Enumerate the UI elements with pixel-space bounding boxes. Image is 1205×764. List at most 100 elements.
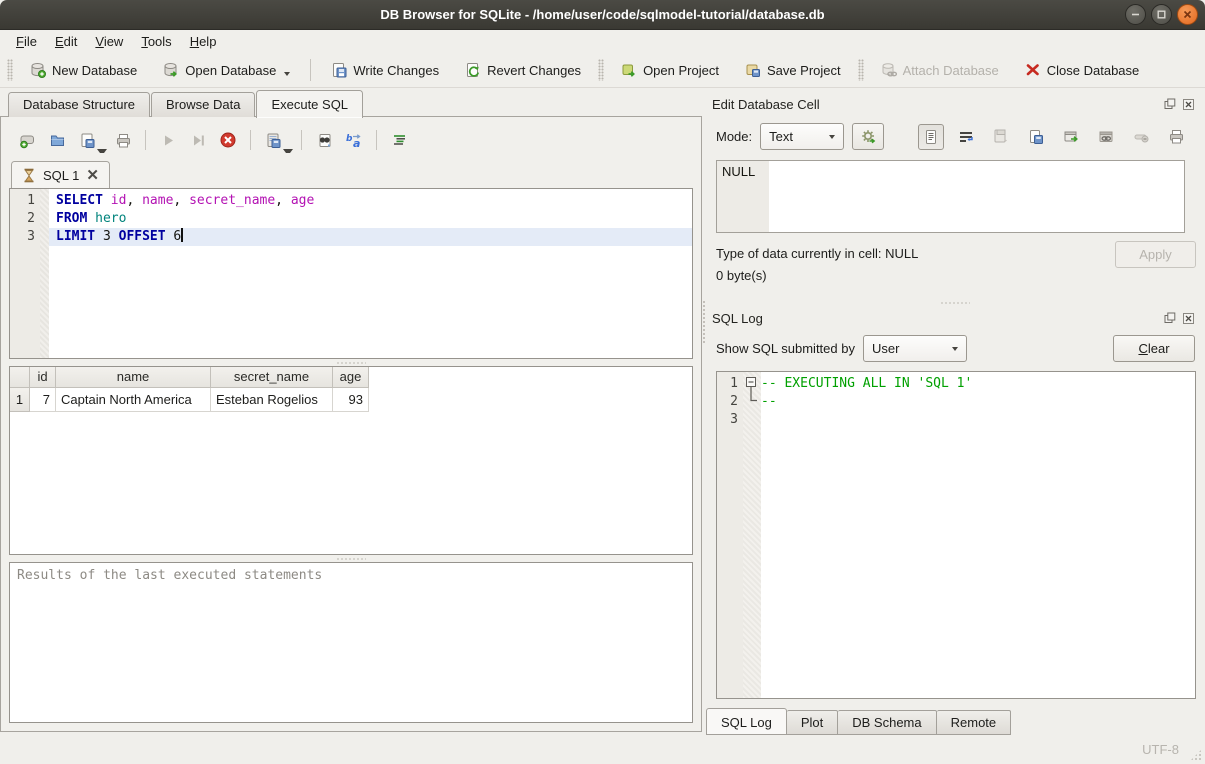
import-from-file-button[interactable] (988, 124, 1014, 150)
import-data-button[interactable] (852, 123, 884, 150)
open-project-label: Open Project (643, 63, 719, 78)
tab-browse-data[interactable]: Browse Data (151, 92, 255, 117)
dock-tab-plot[interactable]: Plot (787, 710, 838, 735)
menu-help[interactable]: Help (181, 32, 226, 51)
word-wrap-button[interactable] (953, 124, 979, 150)
cell-age[interactable]: 93 (333, 388, 369, 412)
vertical-splitter-handle[interactable] (702, 300, 706, 344)
toolbar-drag-handle[interactable] (858, 59, 864, 81)
open-project-button[interactable]: Open Project (614, 57, 726, 83)
column-header-age[interactable]: age (333, 367, 369, 388)
log-entry-2: -- (761, 393, 1195, 411)
print-sql-button[interactable] (109, 127, 137, 153)
sql-line-1: SELECT id, name, secret_name, age (49, 192, 692, 210)
sql-1-tab[interactable]: SQL 1 ✕ (11, 161, 110, 188)
stop-execution-button[interactable] (214, 127, 242, 153)
close-dock-button[interactable] (1181, 311, 1195, 325)
cell-id[interactable]: 7 (30, 388, 56, 412)
execute-all-button[interactable] (154, 127, 182, 153)
find-replace-button[interactable]: b a (340, 127, 368, 153)
close-dock-button[interactable] (1181, 97, 1195, 111)
print-icon (1168, 128, 1185, 145)
print-cell-button[interactable] (1163, 124, 1189, 150)
sql-line-3: LIMIT 3 OFFSET 6 (49, 228, 692, 246)
menu-view[interactable]: View (86, 32, 132, 51)
toolbar-drag-handle[interactable] (7, 59, 13, 81)
window-title: DB Browser for SQLite - /home/user/code/… (380, 7, 824, 22)
save-file-dropdown-icon[interactable] (97, 149, 107, 156)
log-entries: -- EXECUTING ALL IN 'SQL 1' -- (761, 372, 1195, 698)
submitted-by-select[interactable]: User (863, 335, 967, 362)
link-window-icon (1098, 129, 1115, 145)
column-header-id[interactable]: id (30, 367, 56, 388)
save-results-dropdown-icon[interactable] (283, 149, 293, 156)
execute-line-icon (190, 132, 207, 149)
set-null-button[interactable] (1128, 124, 1154, 150)
attach-database-button[interactable]: Attach Database (874, 57, 1006, 83)
text-cursor (181, 228, 183, 242)
cell-name[interactable]: Captain North America (56, 388, 211, 412)
menu-tools[interactable]: Tools (132, 32, 180, 51)
toolbar-separator (310, 59, 311, 81)
sql-tab-close-icon[interactable]: ✕ (86, 168, 99, 183)
write-changes-button[interactable]: Write Changes (324, 57, 446, 83)
apply-button[interactable]: Apply (1115, 241, 1196, 268)
new-database-button[interactable]: New Database (23, 57, 144, 83)
open-database-dropdown-icon[interactable] (284, 72, 290, 76)
maximize-button[interactable] (1151, 4, 1172, 25)
svg-text:b: b (346, 134, 353, 144)
dock-tab-sql-log[interactable]: SQL Log (706, 708, 787, 735)
cell-editor-icons (918, 124, 1193, 150)
clear-log-button[interactable]: Clear (1113, 335, 1195, 362)
splitter-handle[interactable] (704, 299, 1205, 306)
grid-corner[interactable] (10, 367, 30, 388)
minimize-button[interactable] (1125, 4, 1146, 25)
column-header-name[interactable]: name (56, 367, 211, 388)
splitter-handle[interactable] (9, 359, 693, 366)
float-icon (1164, 98, 1176, 110)
float-dock-button[interactable] (1163, 97, 1177, 111)
cell-value-editor[interactable]: NULL (716, 160, 1185, 233)
tab-execute-sql[interactable]: Execute SQL (256, 90, 363, 118)
format-sql-button[interactable] (385, 127, 413, 153)
mode-select[interactable]: Text (760, 123, 844, 150)
write-changes-icon (331, 62, 347, 78)
open-external-button[interactable] (1058, 124, 1084, 150)
toolbar-drag-handle[interactable] (598, 59, 604, 81)
find-button[interactable] (310, 127, 338, 153)
edit-cell-title: Edit Database Cell (712, 97, 1159, 112)
export-to-file-button[interactable] (1023, 124, 1049, 150)
open-database-button[interactable]: Open Database (156, 57, 297, 83)
sql-log-view[interactable]: 1 2 3 -- EXECUTING ALL IN 'SQL 1' -- (716, 371, 1196, 699)
text-mode-button[interactable] (918, 124, 944, 150)
copy-link-button[interactable] (1093, 124, 1119, 150)
menu-file[interactable]: File (7, 32, 46, 51)
sql-tab-bar: SQL 1 ✕ (9, 160, 693, 188)
sql-code[interactable]: SELECT id, name, secret_name, age FROM h… (49, 189, 692, 358)
open-sql-tab-button[interactable] (13, 127, 41, 153)
float-dock-button[interactable] (1163, 311, 1177, 325)
float-icon (1164, 312, 1176, 324)
close-database-button[interactable]: Close Database (1018, 57, 1147, 83)
save-project-button[interactable]: Save Project (738, 57, 848, 83)
results-message: Results of the last executed statements (17, 568, 322, 583)
dock-tab-remote[interactable]: Remote (937, 710, 1012, 735)
open-sql-file-button[interactable] (43, 127, 71, 153)
right-dock-column: Edit Database Cell (704, 88, 1205, 735)
sql-editor[interactable]: 1 2 3 SELECT id, name, secret_name, age … (9, 188, 693, 359)
menu-edit[interactable]: Edit (46, 32, 86, 51)
cell-size-info: 0 byte(s) (716, 268, 1193, 283)
row-header[interactable]: 1 (10, 388, 30, 412)
revert-changes-button[interactable]: Revert Changes (458, 57, 588, 83)
cell-secret-name[interactable]: Esteban Rogelios (211, 388, 333, 412)
resize-grip[interactable] (1190, 749, 1202, 761)
sql-tab-label: SQL 1 (43, 168, 79, 183)
toolbar-separator (250, 130, 251, 150)
close-button[interactable] (1177, 4, 1198, 25)
tab-database-structure[interactable]: Database Structure (8, 92, 150, 117)
splitter-handle[interactable] (9, 555, 693, 562)
execute-line-button[interactable] (184, 127, 212, 153)
dock-tab-db-schema[interactable]: DB Schema (838, 710, 936, 735)
sql-log-header: SQL Log (704, 306, 1205, 330)
column-header-secret-name[interactable]: secret_name (211, 367, 333, 388)
